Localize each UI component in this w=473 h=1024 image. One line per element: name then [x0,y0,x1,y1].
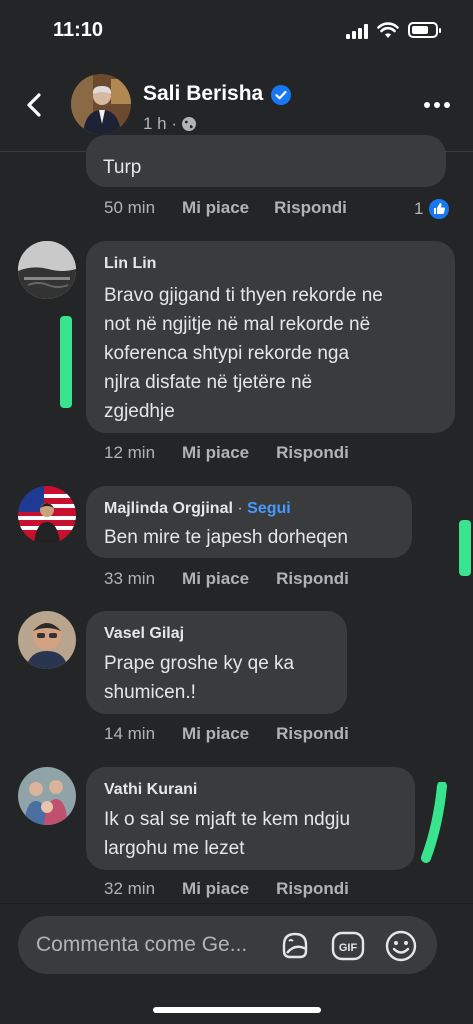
commenter-name[interactable]: Majlinda Orgjinal [104,500,233,517]
comment-time: 33 min [104,569,156,588]
emoji-icon[interactable] [384,929,418,963]
highlight-mark [421,782,447,863]
like-button[interactable]: Mi piace [182,443,249,463]
commenter-name[interactable]: Lin Lin [104,255,156,273]
comment-time: 12 min [104,443,156,462]
comment-text: Ik o sal se mjaft te kem ndgju largohu m… [104,809,351,859]
commenter-avatar[interactable] [18,241,76,299]
gif-icon[interactable]: GIF [331,929,365,963]
comment-bubble[interactable]: Vasel Gilaj Prape groshe ky qe ka shumic… [86,611,347,714]
comment-actions: 14 min Mi piace Rispondi [104,724,349,744]
like-count: 1 [414,197,452,221]
comment-bubble[interactable]: Vathi Kurani Ik o sal se mjaft te kem nd… [86,767,415,870]
comment-bubble[interactable]: Turp [86,135,446,187]
signal-icon [346,24,370,39]
highlight-mark [459,520,471,576]
comment-bubble[interactable]: Lin Lin Bravo gjigand ti thyen rekorde n… [86,241,455,433]
comment-time: 14 min [104,724,156,743]
commenter-name[interactable]: Vasel Gilaj [104,625,184,643]
comment-time: 32 min [104,879,156,898]
thumbs-up-icon [427,197,452,221]
wifi-icon [377,22,399,38]
like-button[interactable]: Mi piace [182,569,249,589]
follow-button[interactable]: Segui [247,500,291,517]
back-icon[interactable] [20,90,50,120]
comment-input-placeholder: Commenta come Ge... [36,933,248,956]
like-button[interactable]: Mi piace [182,724,249,744]
commenter-name[interactable]: Vathi Kurani [104,781,197,799]
reply-button[interactable]: Rispondi [276,879,349,899]
reply-button[interactable]: Rispondi [274,198,347,218]
comment-bubble[interactable]: Majlinda Orgjinal · Segui Ben mire te ja… [86,486,412,558]
comment-actions: 32 min Mi piace Rispondi [104,879,349,899]
commenter-avatar[interactable] [18,486,76,544]
more-options-icon[interactable] [424,100,450,110]
verified-badge-icon [271,85,291,105]
status-bar: 11:10 [0,0,473,62]
svg-text:GIF: GIF [339,942,358,954]
comment-text: Bravo gjigand ti thyen rekorde ne not në… [104,285,383,422]
comment-actions: 12 min Mi piace Rispondi [104,443,349,463]
reply-button[interactable]: Rispondi [276,724,349,744]
like-button[interactable]: Mi piace [182,879,249,899]
like-button[interactable]: Mi piace [182,198,249,218]
post-time: 1 h · [143,114,178,133]
author-avatar[interactable] [71,74,131,134]
comment-input[interactable]: Commenta come Ge... GIF [18,916,437,974]
commenter-avatar[interactable] [18,767,76,825]
author-name[interactable]: Sali Berisha [143,82,263,106]
comment-text: Ben mire te japesh dorheqen [104,527,348,548]
sticker-icon[interactable] [278,929,312,963]
highlight-mark [60,316,72,408]
commenter-header: Majlinda Orgjinal · Segui [104,500,291,517]
comment-actions: 50 min Mi piace Rispondi [104,198,347,218]
comment-time: 50 min [104,198,156,217]
reply-button[interactable]: Rispondi [276,569,349,589]
reply-button[interactable]: Rispondi [276,443,349,463]
comment-composer: Commenta come Ge... GIF [0,903,473,1024]
comment-text: Prape groshe ky qe ka shumicen.! [104,653,295,703]
commenter-avatar[interactable] [18,611,76,669]
home-indicator [153,1007,321,1013]
status-time: 11:10 [53,19,104,41]
comment-actions: 33 min Mi piace Rispondi [104,569,349,589]
battery-icon [408,22,441,38]
globe-icon [182,117,197,131]
like-count-number: 1 [414,199,424,218]
comment-text: Turp [103,157,142,178]
post-meta: 1 h · [143,114,197,134]
